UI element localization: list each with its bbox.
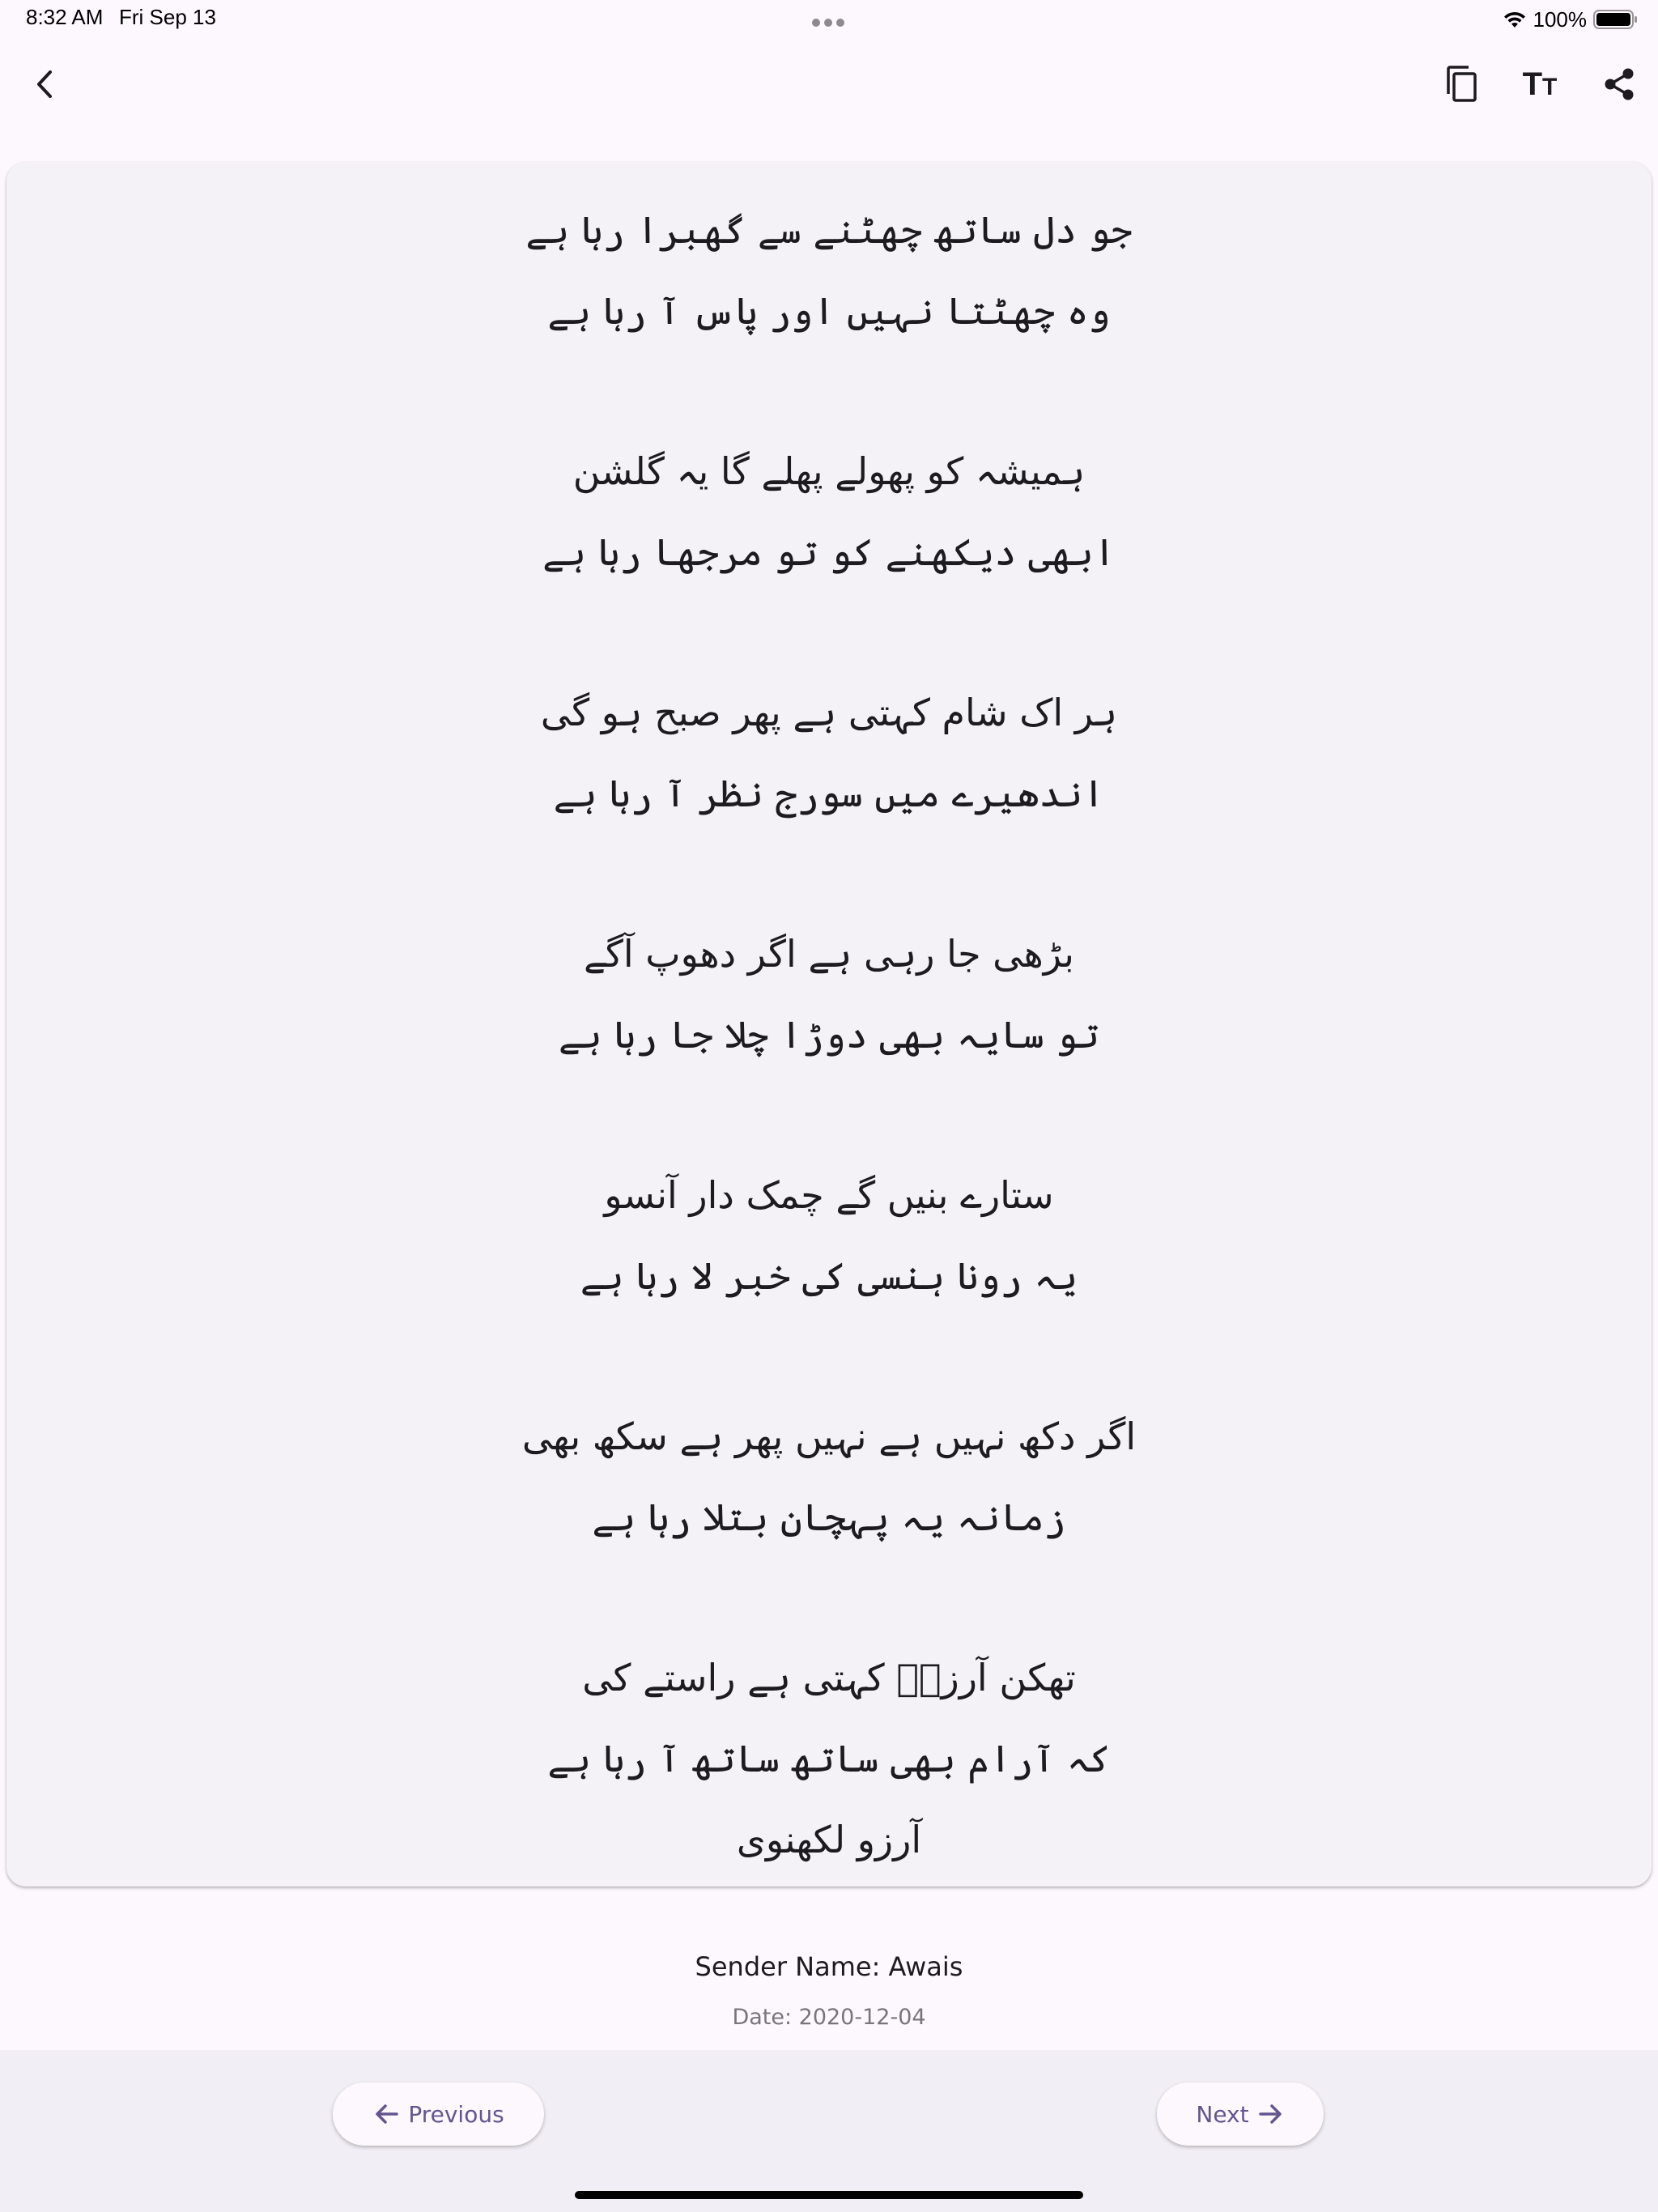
status-time: 8:32 AM	[26, 5, 104, 29]
previous-label: Previous	[408, 2100, 504, 2128]
poem-line: تھکن آرزوؔ کہتی ہے راستے کی	[582, 1656, 1076, 1699]
chevron-left-icon	[37, 70, 52, 98]
poem-line: کہ آرام بھی ساتھ ساتھ آ رہا ہے	[547, 1737, 1111, 1780]
poem-line: بڑھی جا رہی ہے اگر دھوپ آگے	[584, 932, 1074, 976]
next-label: Next	[1196, 2100, 1249, 2128]
wifi-icon	[1503, 11, 1525, 28]
share-button[interactable]	[1593, 58, 1645, 110]
battery-icon	[1593, 10, 1637, 29]
poem-line: یہ رونا ہنسی کی خبر لا رہا ہے	[580, 1254, 1078, 1298]
status-bar: 8:32 AM Fri Sep 13 100%	[0, 0, 1658, 39]
stanza: جو دل ساتھ چھٹنے سے گھبرا رہا ہے وہ چھٹت…	[6, 189, 1652, 351]
copy-icon	[1447, 66, 1477, 102]
status-indicators: 100%	[1503, 5, 1639, 34]
multitasking-dots-icon[interactable]	[812, 15, 848, 30]
stanza: بڑھی جا رہی ہے اگر دھوپ آگے تو سایہ بھی …	[6, 913, 1652, 1075]
poem-line: جو دل ساتھ چھٹنے سے گھبرا رہا ہے	[525, 208, 1133, 252]
stanza: ستارے بنیں گے چمک دار آنسو یہ رونا ہنسی …	[6, 1155, 1652, 1317]
poem-line: ہر اک شام کہتی ہے پھر صبح ہو گی	[540, 691, 1118, 734]
share-icon	[1605, 68, 1634, 100]
previous-button[interactable]: Previous	[333, 2082, 544, 2146]
poem-line: زمانہ یہ پہچان بتلا رہا ہے	[592, 1495, 1066, 1539]
post-date: Date: 2020-12-04	[732, 2005, 926, 2030]
copy-button[interactable]	[1436, 58, 1488, 110]
stanza: ہمیشہ کو پھولے پھلے گا یہ گلشن ابھی دیکھ…	[6, 431, 1652, 593]
poem-line: اندھیرے میں سورج نظر آ رہا ہے	[553, 772, 1105, 815]
text-size-icon: TT	[1522, 66, 1558, 102]
poem-line: اگر دکھ نہیں ہے نہیں پھر ہے سکھ بھی	[521, 1414, 1137, 1458]
poem-card: جو دل ساتھ چھٹنے سے گھبرا رہا ہے وہ چھٹت…	[6, 162, 1652, 1887]
poem-line: وہ چھٹتا نہیں اور پاس آ رہا ہے	[547, 289, 1111, 333]
arrow-left-icon	[376, 2104, 399, 2124]
arrow-right-icon	[1258, 2104, 1282, 2124]
app-bar: TT	[0, 52, 1658, 117]
next-button[interactable]: Next	[1157, 2082, 1324, 2146]
stanza: تھکن آرزوؔ کہتی ہے راستے کی کہ آرام بھی …	[6, 1637, 1652, 1880]
sender-name: Sender Name: Awais	[695, 1951, 963, 1982]
battery-percentage: 100%	[1533, 6, 1588, 32]
poem-text: جو دل ساتھ چھٹنے سے گھبرا رہا ہے وہ چھٹت…	[6, 189, 1652, 1880]
status-date: Fri Sep 13	[119, 5, 216, 29]
stanza: اگر دکھ نہیں ہے نہیں پھر ہے سکھ بھی زمان…	[6, 1396, 1652, 1558]
poem-line: تو سایہ بھی دوڑا چلا جا رہا ہے	[558, 1013, 1100, 1057]
back-button[interactable]	[19, 58, 71, 110]
poem-line: ستارے بنیں گے چمک دار آنسو	[604, 1173, 1054, 1217]
text-size-button[interactable]: TT	[1514, 58, 1566, 110]
stanza: ہر اک شام کہتی ہے پھر صبح ہو گی اندھیرے …	[6, 672, 1652, 834]
poem-line: ابھی دیکھنے کو تو مرجھا رہا ہے	[542, 530, 1116, 574]
poet-name: آرزو لکھنوی	[736, 1818, 922, 1861]
bottom-navigation: Previous Next	[0, 2050, 1658, 2212]
poem-line: ہمیشہ کو پھولے پھلے گا یہ گلشن	[572, 449, 1086, 493]
home-indicator[interactable]	[575, 2191, 1083, 2199]
